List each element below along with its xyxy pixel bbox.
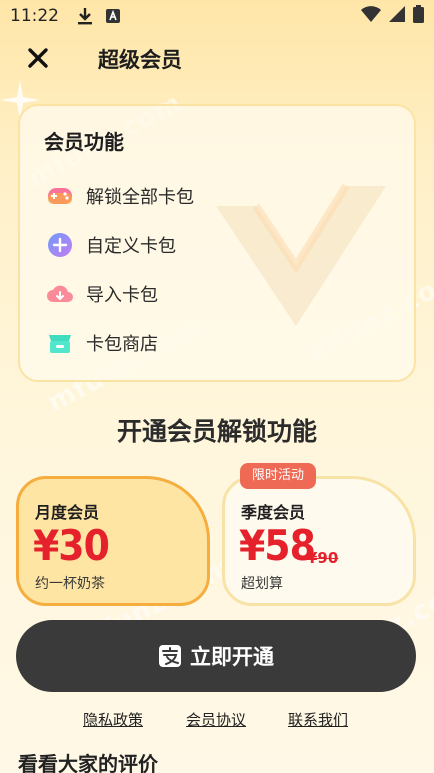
features-card: 会员功能 解锁全部卡包 自定义卡包 导入卡包 卡包商店	[18, 104, 416, 382]
status-time: 11:22	[10, 6, 59, 26]
member-agreement-link[interactable]: 会员协议	[186, 709, 246, 730]
plan-card-monthly[interactable]: 月度会员 ¥30 约一杯奶茶	[16, 476, 210, 606]
plan-original-price: ¥90	[307, 549, 339, 567]
feature-item-store: 卡包商店	[46, 328, 158, 358]
app-notification-icon	[105, 8, 121, 24]
plan-name: 月度会员	[35, 503, 100, 522]
signal-icon	[389, 5, 405, 27]
alipay-icon	[158, 644, 182, 668]
footer-links: 隐私政策 会员协议 联系我们	[0, 709, 434, 731]
v-emblem-icon	[216, 183, 386, 326]
plan-name: 季度会员	[241, 503, 306, 522]
cloud-download-icon	[46, 280, 74, 308]
wifi-icon	[361, 5, 381, 27]
limited-offer-badge: 限时活动	[240, 463, 317, 489]
reviews-title: 看看大家的评价	[18, 752, 158, 773]
feature-item-custom: 自定义卡包	[46, 230, 176, 260]
feature-label: 卡包商店	[86, 334, 158, 355]
close-icon[interactable]	[24, 44, 52, 72]
status-bar: 11:22	[0, 0, 434, 32]
battery-icon	[413, 4, 424, 28]
subscribe-button[interactable]: 立即开通	[16, 620, 416, 692]
plan-desc: 约一杯奶茶	[35, 576, 105, 592]
feature-label: 解锁全部卡包	[86, 187, 194, 208]
feature-item-import: 导入卡包	[46, 279, 158, 309]
feature-label: 导入卡包	[86, 285, 158, 306]
page-title: 超级会员	[98, 48, 182, 72]
section-title: 开通会员解锁功能	[116, 417, 317, 446]
feature-label: 自定义卡包	[86, 236, 176, 257]
plan-price: ¥30	[33, 521, 110, 570]
top-bar: 超级会员	[0, 36, 434, 80]
plus-circle-icon	[46, 231, 74, 259]
features-title: 会员功能	[44, 130, 124, 154]
privacy-policy-link[interactable]: 隐私政策	[83, 709, 143, 730]
plan-card-season[interactable]: 季度会员 ¥58 ¥90 超划算	[222, 476, 416, 606]
store-icon	[46, 329, 74, 357]
gamepad-icon	[46, 182, 74, 210]
plan-desc: 超划算	[241, 576, 283, 592]
subscribe-label: 立即开通	[190, 645, 274, 669]
contact-us-link[interactable]: 联系我们	[288, 709, 348, 730]
download-icon	[77, 7, 93, 25]
plan-price: ¥58	[239, 521, 316, 570]
feature-item-unlock: 解锁全部卡包	[46, 181, 194, 211]
